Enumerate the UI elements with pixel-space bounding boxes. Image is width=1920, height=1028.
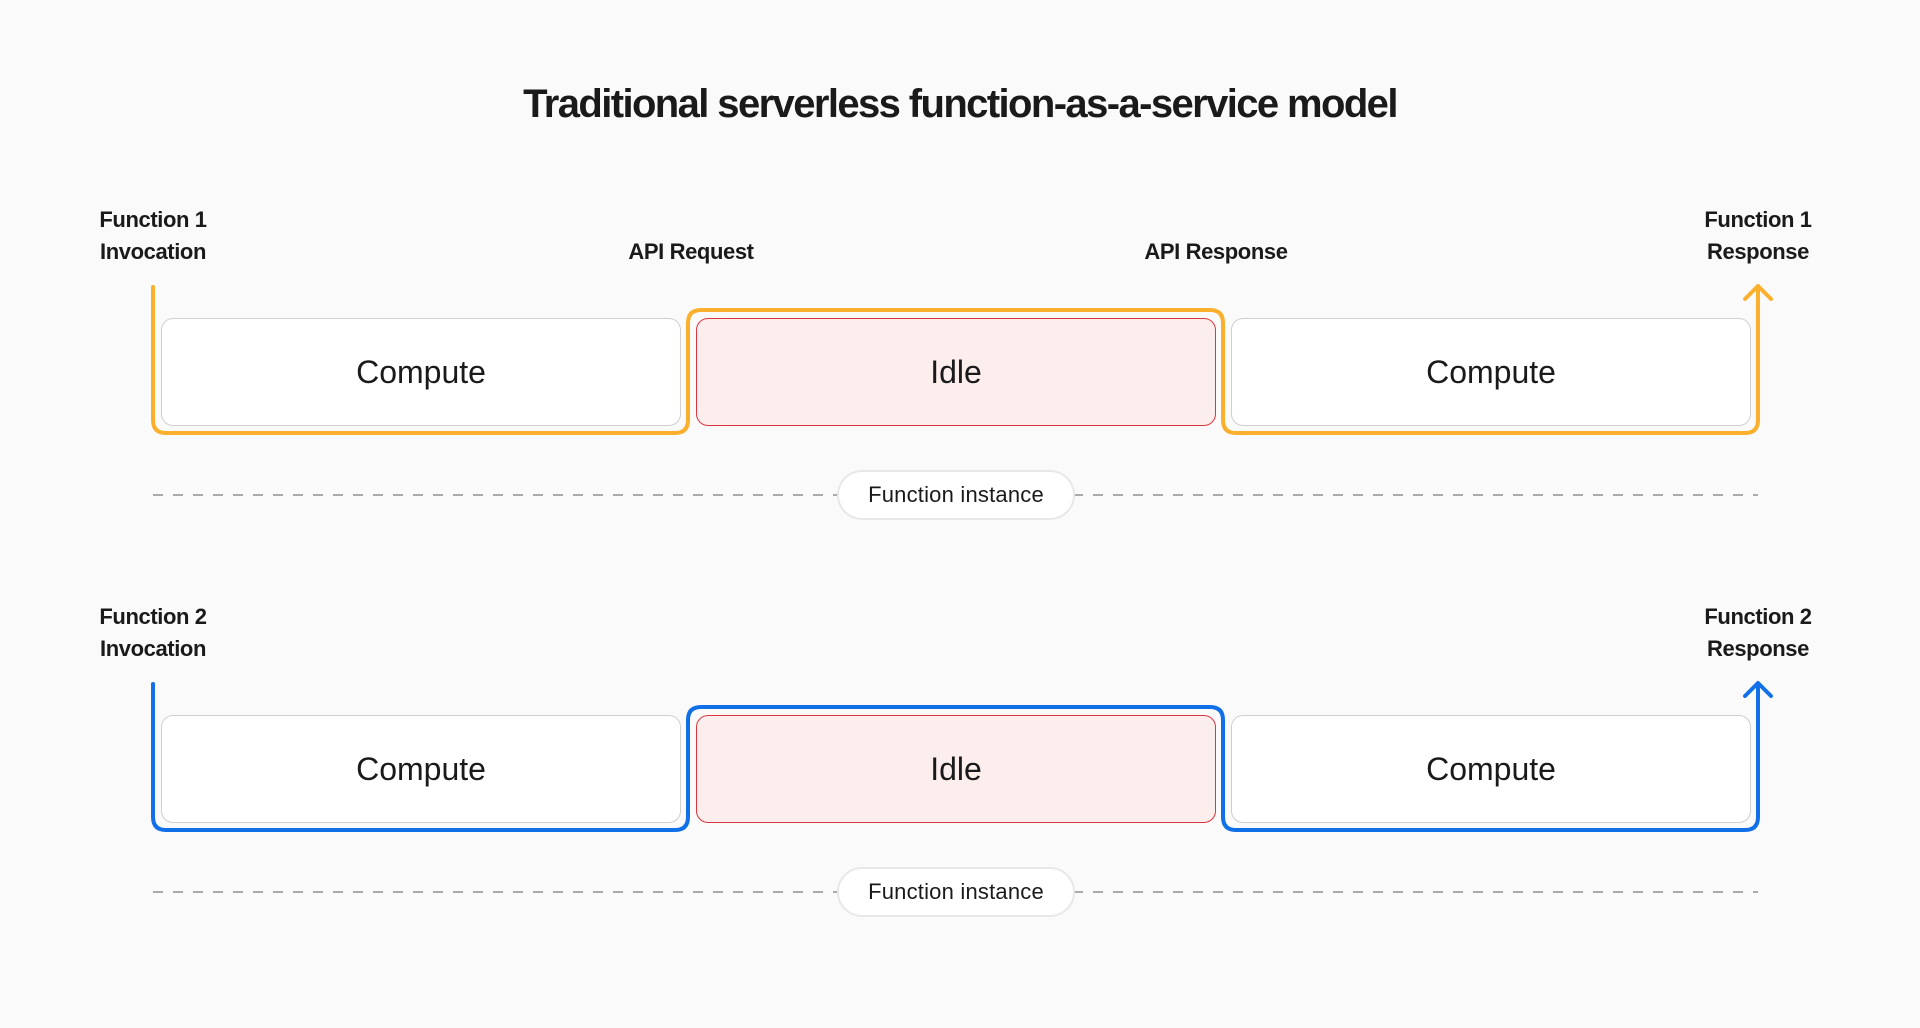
response-label-line1: Function 1 [1704,207,1812,232]
function-1-idle-box: Idle [696,318,1216,426]
compute-label: Compute [1426,353,1556,390]
function-1-compute-box-start: Compute [161,318,681,426]
invocation-label-line1: Function 1 [99,207,207,232]
function-1-instance-pill: Function instance [837,470,1075,520]
compute-label: Compute [356,353,486,390]
response-label-line2: Response [1707,239,1809,264]
response-label-line1: Function 2 [1704,604,1812,629]
function-2-instance-pill: Function instance [837,867,1075,917]
function-2-compute-box-start: Compute [161,715,681,823]
response-label-line2: Response [1707,636,1809,661]
function-2-compute-box-end: Compute [1231,715,1751,823]
invocation-label-line2: Invocation [99,636,206,661]
api-response-label: API Response [1144,239,1288,264]
invocation-label-line1: Function 2 [99,604,207,629]
instance-label: Function instance [868,879,1044,904]
compute-label: Compute [1426,750,1556,787]
function-1-compute-box-end: Compute [1231,318,1751,426]
idle-label: Idle [930,353,982,390]
idle-label: Idle [930,750,982,787]
instance-label: Function instance [868,482,1044,507]
invocation-label-line2: Invocation [99,239,206,264]
compute-label: Compute [356,750,486,787]
function-1-response-label: Function 1 Response [1698,204,1818,268]
function-1-invocation-label: Function 1 Invocation [93,204,213,268]
api-request-label: API Request [628,239,754,264]
function-2-invocation-label: Function 2 Invocation [93,601,213,665]
function-2-response-label: Function 2 Response [1698,601,1818,665]
function-2-idle-box: Idle [696,715,1216,823]
